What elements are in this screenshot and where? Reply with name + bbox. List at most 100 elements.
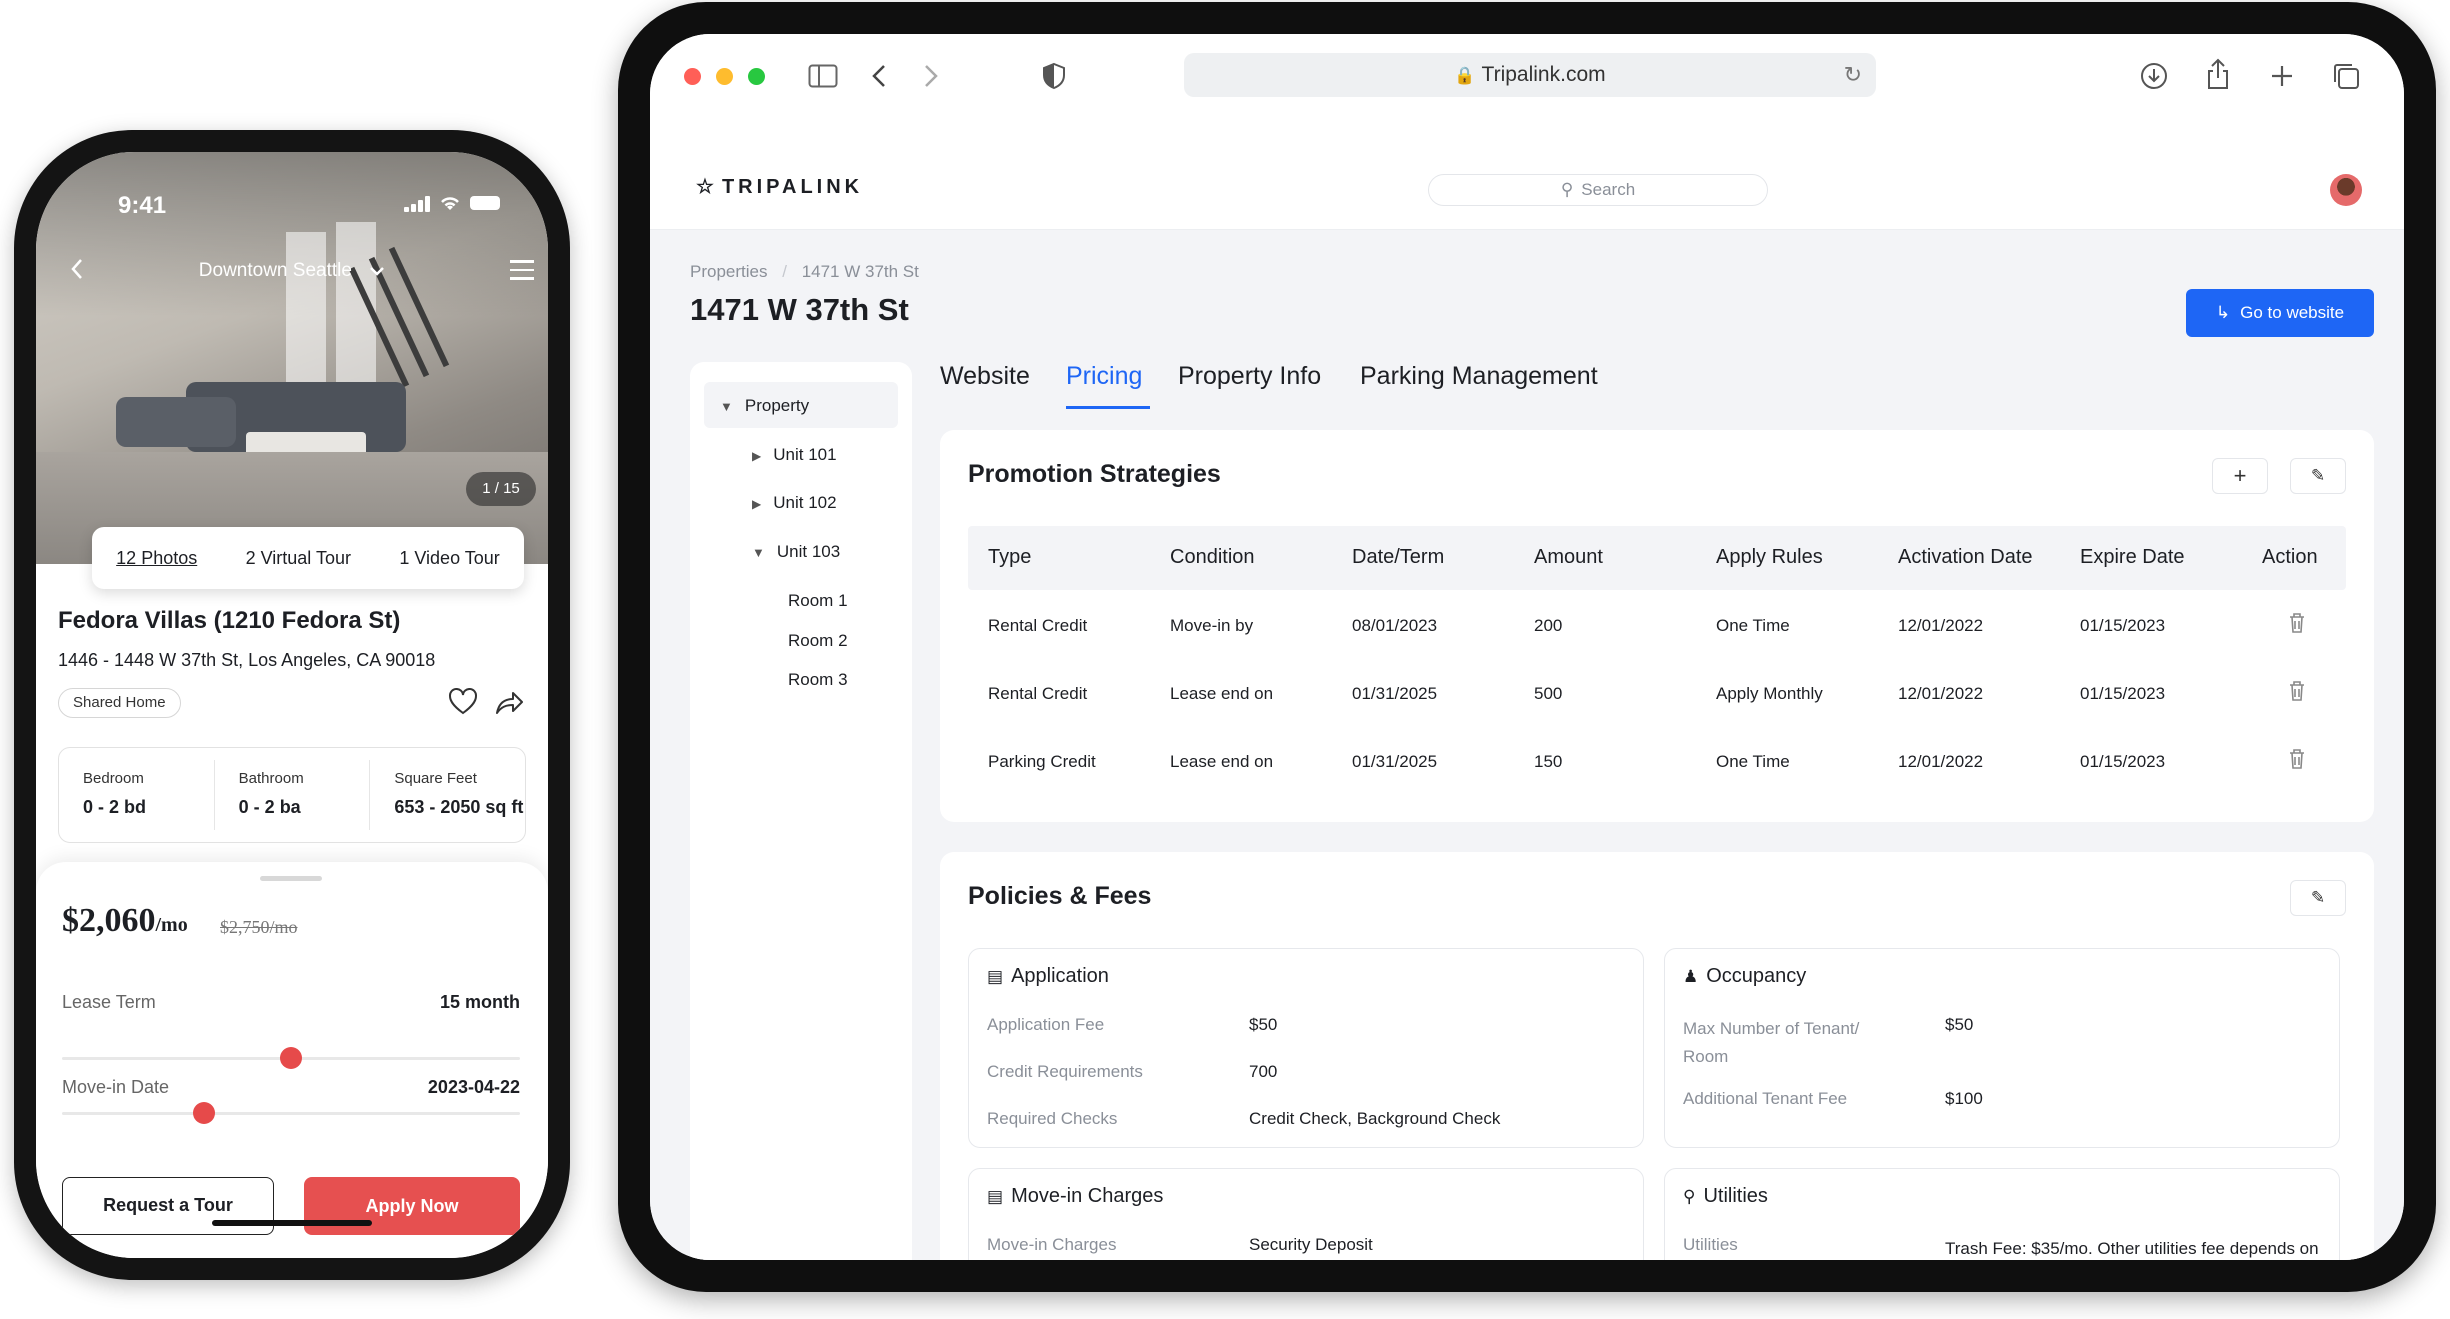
required-checks-value: Credit Check, Background Check xyxy=(1249,1109,1501,1128)
chevron-down-icon xyxy=(370,267,385,276)
tabs-overview-icon[interactable] xyxy=(2332,62,2360,95)
policies-fees-card: Policies & Fees ✎ ▤ Application Applicati… xyxy=(940,852,2374,1260)
move-in-date-slider[interactable] xyxy=(62,1112,520,1115)
edit-promotion-button[interactable]: ✎ xyxy=(2290,458,2346,494)
lease-term-value: 15 month xyxy=(439,992,520,1012)
tree-item-room-1[interactable]: Room 1 xyxy=(788,591,848,611)
logo-mark-icon: ☆ xyxy=(696,176,718,198)
policies-fees-title: Policies & Fees xyxy=(968,882,1152,910)
sidebar-toggle-icon[interactable] xyxy=(808,64,838,93)
tree-item-room-2[interactable]: Room 2 xyxy=(788,631,848,651)
phone-device: 9:41 Downtown Seattle 1 / 15 12 Photos 2… xyxy=(14,130,570,1280)
tab-property-info[interactable]: Property Info xyxy=(1178,362,1321,391)
edit-policies-button[interactable]: ✎ xyxy=(2290,880,2346,916)
trash-icon[interactable] xyxy=(2288,748,2306,775)
forward-icon[interactable] xyxy=(924,64,938,93)
trash-icon[interactable] xyxy=(2288,680,2306,707)
tab-website[interactable]: Website xyxy=(940,362,1030,391)
new-tab-icon[interactable] xyxy=(2270,64,2294,93)
download-icon[interactable] xyxy=(2140,62,2168,95)
cell-condition: Lease end on xyxy=(1170,684,1274,703)
lease-term-slider-thumb[interactable] xyxy=(280,1047,302,1069)
add-promotion-button[interactable]: + xyxy=(2212,458,2268,494)
tab-parking-management[interactable]: Parking Management xyxy=(1360,362,1598,391)
video-tour-link[interactable]: 1 Video Tour xyxy=(399,548,499,569)
main-content: Properties / 1471 W 37th St 1471 W 37th … xyxy=(650,230,2404,1260)
tree-item-room-3[interactable]: Room 3 xyxy=(788,670,848,690)
property-address: 1446 - 1448 W 37th St, Los Angeles, CA 9… xyxy=(58,650,436,670)
close-window-dot[interactable] xyxy=(684,68,701,85)
share-icon[interactable] xyxy=(494,690,524,721)
cell-amount: 200 xyxy=(1534,616,1563,635)
property-photo[interactable] xyxy=(36,152,548,564)
stat-value: 653 - 2050 sq ft xyxy=(394,797,524,817)
url-text: Tripalink.com xyxy=(1481,63,1606,86)
stat-bedroom: Bedroom 0 - 2 bd xyxy=(59,760,215,830)
go-to-website-button[interactable]: ↳ Go to website xyxy=(2186,289,2374,337)
request-tour-button[interactable]: Request a Tour xyxy=(62,1177,274,1235)
column-header: Amount xyxy=(1534,546,1603,568)
column-header: Date/Term xyxy=(1352,546,1445,568)
location-title: Downtown Seattle xyxy=(198,260,352,281)
required-checks-label: Required Checks xyxy=(987,1109,1118,1128)
stat-label: Square Feet xyxy=(394,770,477,787)
caret-right-icon: ▶ xyxy=(752,449,762,463)
plus-icon: + xyxy=(2233,463,2247,488)
reload-icon[interactable]: ↻ xyxy=(1844,53,1862,97)
address-bar[interactable]: 🔒 Tripalink.com ↻ xyxy=(1184,53,1876,97)
cell-date: 01/31/2025 xyxy=(1352,684,1438,703)
tab-pricing[interactable]: Pricing xyxy=(1066,362,1142,391)
tree-item-unit-103[interactable]: ▼ Unit 103 xyxy=(752,542,840,562)
credit-requirements-value: 700 xyxy=(1249,1062,1278,1081)
table-header: Type Condition Date/Term Amount Apply Ru… xyxy=(968,526,2346,590)
tree-item-label: Unit 102 xyxy=(773,493,837,512)
minimize-window-dot[interactable] xyxy=(716,68,733,85)
wifi-icon xyxy=(438,194,462,212)
signal-icon xyxy=(404,196,430,212)
move-in-date-slider-thumb[interactable] xyxy=(192,1102,215,1124)
caret-down-icon: ▼ xyxy=(752,545,765,560)
lock-icon: 🔒 xyxy=(1454,66,1476,85)
back-chevron-icon[interactable] xyxy=(70,258,84,285)
apply-now-button[interactable]: Apply Now xyxy=(304,1177,520,1235)
location-selector[interactable]: Downtown Seattle xyxy=(136,260,448,282)
utilities-section: ⚲ Utilities Utilities Trash Fee: $35/mo. … xyxy=(1664,1168,2340,1260)
heart-icon[interactable] xyxy=(448,688,478,721)
tripalink-logo[interactable]: ☆ TRIPALINK xyxy=(696,174,863,199)
zoom-window-dot[interactable] xyxy=(748,68,765,85)
virtual-tour-link[interactable]: 2 Virtual Tour xyxy=(246,548,351,569)
cell-activation-date: 12/01/2022 xyxy=(1898,616,1984,635)
privacy-shield-icon[interactable] xyxy=(1042,62,1066,95)
home-indicator[interactable] xyxy=(212,1220,372,1226)
utilities-value: Trash Fee: $35/mo. Other utilities fee d… xyxy=(1945,1239,2319,1258)
max-tenant-label: Max Number of Tenant/ Room xyxy=(1683,1019,1860,1066)
trash-icon[interactable] xyxy=(2288,612,2306,639)
tree-item-unit-101[interactable]: ▶ Unit 101 xyxy=(752,445,837,465)
current-price: $2,060/mo xyxy=(62,902,188,940)
application-fee-value: $50 xyxy=(1249,1015,1278,1034)
property-tree: ▼ Property ▶ Unit 101 ▶ Unit 102 ▼ Unit 103 … xyxy=(690,362,912,1260)
column-header: Apply Rules xyxy=(1716,546,1823,568)
back-icon[interactable] xyxy=(872,64,886,93)
original-price: $2,750/mo xyxy=(220,917,298,937)
tree-item-label: Property xyxy=(744,396,810,415)
user-avatar[interactable] xyxy=(2330,174,2362,206)
cell-activation-date: 12/01/2022 xyxy=(1898,684,1984,703)
breadcrumb-separator: / xyxy=(782,262,787,281)
browser-toolbar: 🔒 Tripalink.com ↻ xyxy=(650,34,2404,118)
tablet-screen: 🔒 Tripalink.com ↻ ☆ TRIPALINK ⚲ Search P… xyxy=(650,34,2404,1260)
promotion-strategies-card: Promotion Strategies + ✎ Type Condition … xyxy=(940,430,2374,822)
sheet-handle[interactable] xyxy=(260,876,322,881)
document-icon: ▤ xyxy=(987,967,1004,986)
menu-icon[interactable] xyxy=(510,260,534,280)
column-header: Expire Date xyxy=(2080,546,2185,568)
photos-link[interactable]: 12 Photos xyxy=(116,548,197,569)
share-icon[interactable] xyxy=(2206,58,2230,95)
media-tabs: 12 Photos 2 Virtual Tour 1 Video Tour xyxy=(92,527,524,589)
tree-item-property[interactable]: ▼ Property xyxy=(720,396,809,416)
search-input[interactable]: ⚲ Search xyxy=(1428,174,1768,206)
application-fee-label: Application Fee xyxy=(987,1015,1105,1034)
tree-item-unit-102[interactable]: ▶ Unit 102 xyxy=(752,493,837,513)
breadcrumb-properties[interactable]: Properties xyxy=(690,262,767,281)
tree-item-label: Unit 103 xyxy=(776,542,841,561)
